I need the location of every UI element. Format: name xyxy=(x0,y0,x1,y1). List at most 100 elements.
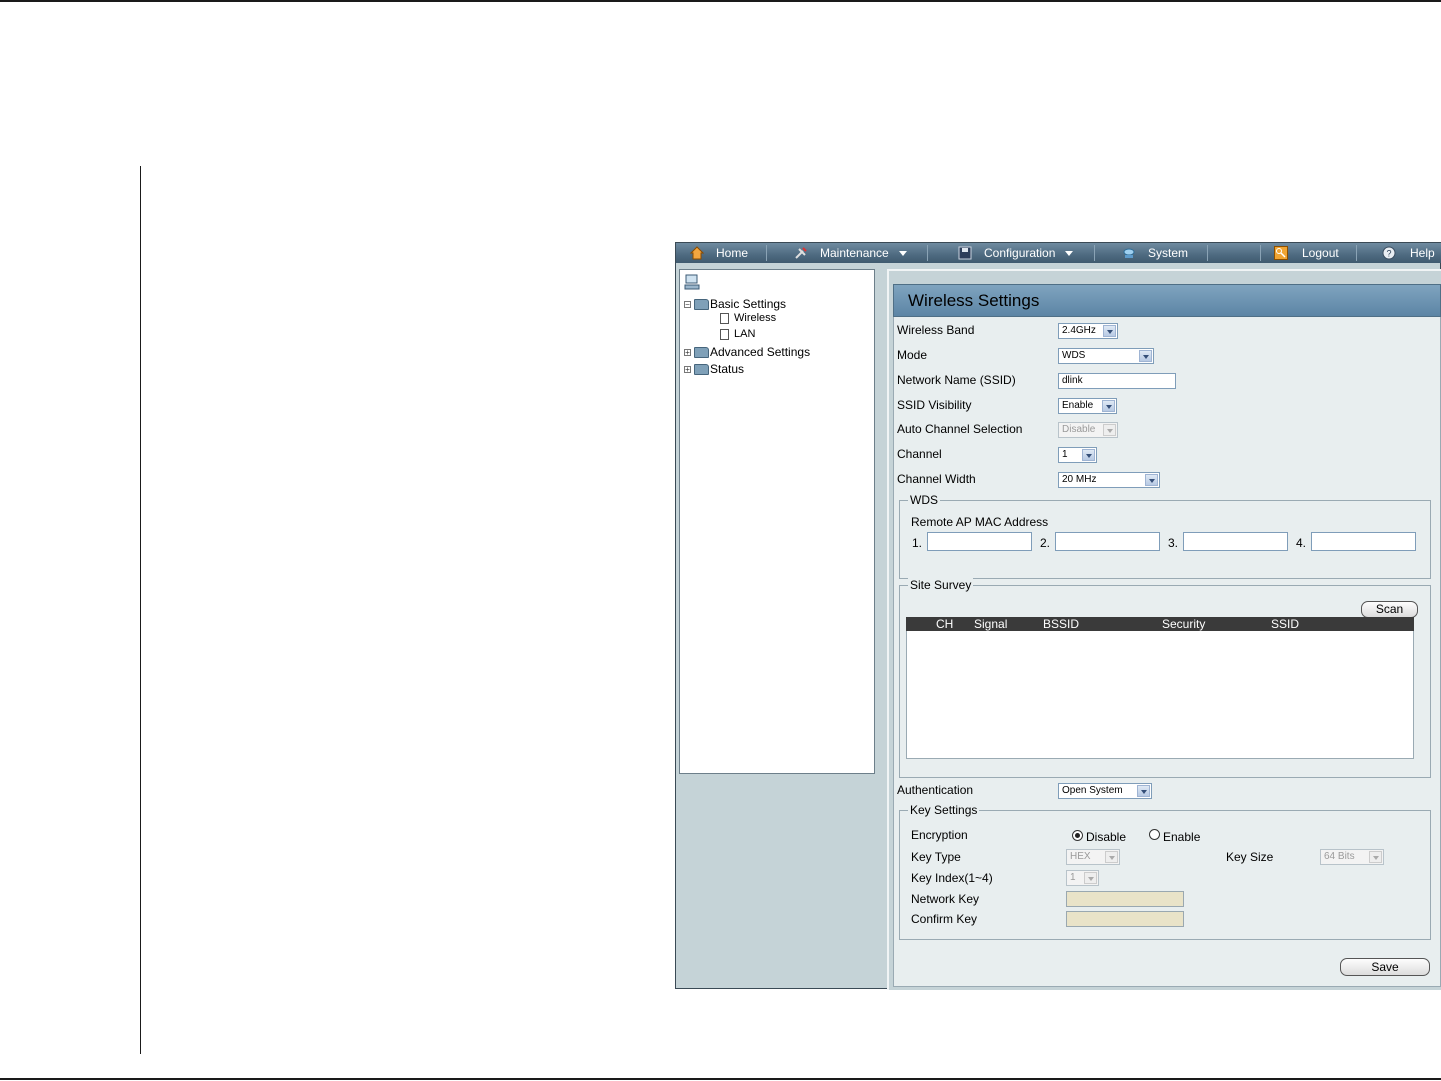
navigation-tree: − Basic Settings Wireless LAN + Advanced… xyxy=(679,269,875,774)
menu-home[interactable]: Home xyxy=(690,243,748,263)
survey-table-header: CH Signal BSSID Security SSID xyxy=(906,617,1414,631)
column-header-security[interactable]: Security xyxy=(1162,617,1205,631)
column-header-bssid[interactable]: BSSID xyxy=(1043,617,1079,631)
key-size-label: Key Size xyxy=(1226,850,1274,864)
wireless-band-label: Wireless Band xyxy=(897,323,975,337)
computer-icon xyxy=(684,274,700,290)
mac-address-2-input[interactable] xyxy=(1055,532,1160,551)
menu-system-label: System xyxy=(1148,246,1189,260)
tools-icon xyxy=(795,247,807,259)
mode-value: WDS xyxy=(1062,350,1086,361)
menu-configuration[interactable]: Configuration xyxy=(958,243,1074,263)
chevron-down-icon xyxy=(1103,325,1116,337)
svg-text:?: ? xyxy=(1386,249,1391,259)
menu-separator xyxy=(1260,245,1261,261)
encryption-enable-radio[interactable] xyxy=(1149,829,1160,840)
survey-table-body[interactable] xyxy=(906,631,1414,759)
wireless-band-select[interactable]: 2.4GHz xyxy=(1058,323,1118,339)
page-title: Wireless Settings xyxy=(893,284,1441,317)
menu-help-label: Help xyxy=(1410,246,1435,260)
key-index-label: Key Index(1~4) xyxy=(911,871,993,885)
channel-width-label: Channel Width xyxy=(897,472,976,486)
collapse-icon[interactable]: − xyxy=(684,300,691,308)
confirm-key-input xyxy=(1066,911,1184,927)
top-rule xyxy=(0,0,1441,2)
menu-system[interactable]: System xyxy=(1122,243,1188,263)
mode-select[interactable]: WDS xyxy=(1058,348,1154,364)
key-index-value: 1 xyxy=(1070,872,1076,883)
menu-separator xyxy=(1207,245,1208,261)
chevron-down-icon xyxy=(1102,400,1115,412)
channel-select[interactable]: 1 xyxy=(1058,447,1097,463)
site-survey-legend: Site Survey xyxy=(908,578,974,592)
chevron-down-icon xyxy=(898,250,907,256)
chevron-down-icon xyxy=(1139,350,1152,362)
mode-label: Mode xyxy=(897,348,928,362)
remote-ap-mac-label: Remote AP MAC Address xyxy=(911,515,1049,529)
chevron-down-icon xyxy=(1082,449,1095,461)
column-header-signal[interactable]: Signal xyxy=(974,617,1007,631)
expand-icon[interactable]: + xyxy=(684,348,691,356)
page-icon xyxy=(720,328,729,340)
scan-button[interactable]: Scan xyxy=(1361,601,1418,618)
tree-item-label: Advanced Settings xyxy=(710,345,811,359)
tree-item-wireless[interactable]: Wireless xyxy=(720,312,776,324)
menu-help[interactable]: ? Help xyxy=(1382,243,1435,263)
wireless-band-value: 2.4GHz xyxy=(1062,325,1096,336)
expand-icon[interactable]: + xyxy=(684,365,691,373)
chevron-down-icon xyxy=(1137,785,1150,797)
tree-item-lan[interactable]: LAN xyxy=(720,328,755,340)
chevron-down-icon xyxy=(1145,474,1158,486)
encryption-disable-label[interactable]: Disable xyxy=(1086,830,1126,844)
key-settings-legend: Key Settings xyxy=(908,803,980,817)
mac-slot-2-label: 2. xyxy=(1040,536,1051,550)
tree-item-label: Basic Settings xyxy=(710,297,787,311)
mac-address-3-input[interactable] xyxy=(1183,532,1288,551)
key-index-select: 1 xyxy=(1066,870,1099,886)
menu-logout-label: Logout xyxy=(1302,246,1339,260)
network-key-label: Network Key xyxy=(911,892,980,906)
tree-item-status[interactable]: + Status xyxy=(684,362,744,376)
mac-slot-4-label: 4. xyxy=(1296,536,1307,550)
page-icon xyxy=(720,312,729,324)
encryption-disable-radio[interactable] xyxy=(1072,830,1083,841)
column-header-ch[interactable]: CH xyxy=(936,617,953,631)
key-size-select: 64 Bits xyxy=(1320,849,1384,865)
bottom-rule xyxy=(0,1078,1441,1080)
key-type-label: Key Type xyxy=(911,850,961,864)
mac-address-1-input[interactable] xyxy=(927,532,1032,551)
menu-maintenance[interactable]: Maintenance xyxy=(794,243,907,263)
chevron-down-icon xyxy=(1105,851,1118,863)
mac-address-4-input[interactable] xyxy=(1311,532,1416,551)
key-size-value: 64 Bits xyxy=(1324,851,1355,862)
tree-item-advanced-settings[interactable]: + Advanced Settings xyxy=(684,345,810,359)
ssid-visibility-select[interactable]: Enable xyxy=(1058,398,1117,414)
margin-rule xyxy=(140,166,141,1054)
key-type-select: HEX xyxy=(1066,849,1120,865)
chevron-down-icon xyxy=(1065,250,1074,256)
menu-separator xyxy=(1356,245,1357,261)
menu-separator xyxy=(766,245,767,261)
menu-configuration-label: Configuration xyxy=(984,246,1056,260)
tree-item-label: Status xyxy=(710,362,745,376)
floppy-disk-icon xyxy=(958,246,972,260)
encryption-enable-label[interactable]: Enable xyxy=(1163,830,1200,844)
ssid-visibility-label: SSID Visibility xyxy=(897,398,972,412)
channel-width-select[interactable]: 20 MHz xyxy=(1058,472,1160,488)
help-icon: ? xyxy=(1382,246,1396,260)
ssid-input[interactable]: dlink xyxy=(1058,373,1176,389)
authentication-select[interactable]: Open System xyxy=(1058,783,1152,799)
app-window: Home Maintenance Configuration System Lo… xyxy=(675,242,1441,990)
auto-channel-label: Auto Channel Selection xyxy=(897,422,1023,436)
tree-item-label: LAN xyxy=(734,328,756,340)
ssid-label: Network Name (SSID) xyxy=(897,373,1016,387)
tree-item-basic-settings[interactable]: − Basic Settings xyxy=(684,297,786,311)
menu-logout[interactable]: Logout xyxy=(1274,243,1339,263)
save-button[interactable]: Save xyxy=(1340,958,1430,976)
tree-root[interactable] xyxy=(684,274,700,292)
encryption-label: Encryption xyxy=(911,828,968,842)
network-icon xyxy=(1123,248,1135,258)
channel-value: 1 xyxy=(1062,449,1068,460)
home-icon xyxy=(690,246,704,260)
column-header-ssid[interactable]: SSID xyxy=(1271,617,1299,631)
